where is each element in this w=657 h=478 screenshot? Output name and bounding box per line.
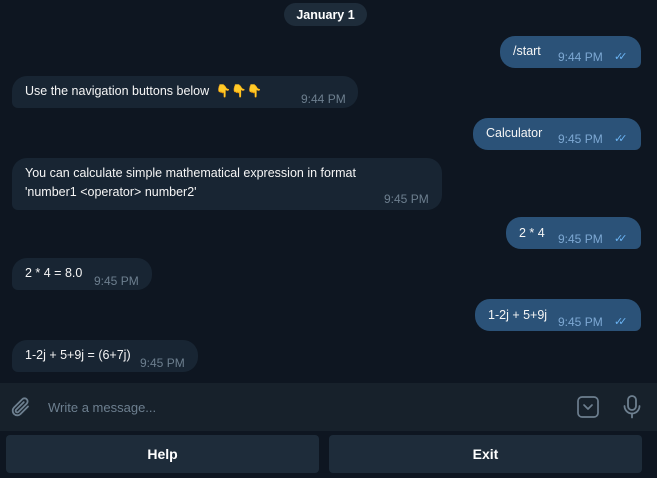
read-ticks-icon: ✓✓	[614, 133, 628, 145]
read-ticks-icon: ✓✓	[614, 316, 628, 328]
message-incoming[interactable]: Use the navigation buttons below 👇👇👇 9:4…	[12, 76, 358, 108]
message-outgoing[interactable]: /start 9:44 PM ✓✓	[500, 36, 641, 68]
message-time: 9:45 PM	[384, 192, 429, 206]
message-incoming[interactable]: You can calculate simple mathematical ex…	[12, 158, 442, 210]
message-text: Use the navigation buttons below 👇👇👇	[25, 82, 262, 101]
message-time: 9:44 PM	[301, 92, 346, 106]
message-composer	[0, 383, 657, 431]
message-text-body: Use the navigation buttons below	[25, 84, 210, 98]
message-text: 2 * 4	[519, 226, 545, 240]
message-text: Calculator	[486, 126, 543, 140]
message-outgoing[interactable]: 1-2j + 5+9j 9:45 PM ✓✓	[475, 299, 641, 331]
message-time: 9:45 PM	[94, 274, 139, 288]
bot-keyboard-icon[interactable]	[576, 395, 600, 419]
message-text-line1: You can calculate simple mathematical ex…	[25, 166, 356, 180]
message-text: /start	[513, 44, 541, 58]
message-incoming[interactable]: 1-2j + 5+9j = (6+7j) 9:45 PM	[12, 340, 198, 372]
message-time: 9:44 PM	[558, 50, 603, 64]
message-time: 9:45 PM	[558, 232, 603, 246]
message-time: 9:45 PM	[558, 132, 603, 146]
message-outgoing[interactable]: Calculator 9:45 PM ✓✓	[473, 118, 641, 150]
read-ticks-icon: ✓✓	[614, 233, 628, 245]
chat-history[interactable]: January 1 /start 9:44 PM ✓✓ Use the navi…	[0, 0, 657, 383]
message-incoming[interactable]: 2 * 4 = 8.0 9:45 PM	[12, 258, 152, 290]
message-time: 9:45 PM	[140, 356, 185, 370]
pointing-down-emoji: 👇👇👇	[215, 84, 263, 98]
read-ticks-icon: ✓✓	[614, 51, 628, 63]
message-text: 1-2j + 5+9j = (6+7j)	[25, 348, 131, 362]
help-button[interactable]: Help	[6, 435, 319, 473]
exit-button[interactable]: Exit	[329, 435, 642, 473]
microphone-icon[interactable]	[621, 394, 643, 420]
message-outgoing[interactable]: 2 * 4 9:45 PM ✓✓	[506, 217, 641, 249]
message-time: 9:45 PM	[558, 315, 603, 329]
date-separator: January 1	[284, 3, 367, 26]
message-text-line2: 'number1 <operator> number2'	[25, 185, 197, 199]
message-text: 1-2j + 5+9j	[488, 308, 548, 322]
message-input[interactable]	[48, 396, 548, 418]
paperclip-icon[interactable]	[9, 395, 33, 419]
bot-reply-keyboard: Help Exit	[0, 431, 657, 478]
message-text: 2 * 4 = 8.0	[25, 266, 83, 280]
